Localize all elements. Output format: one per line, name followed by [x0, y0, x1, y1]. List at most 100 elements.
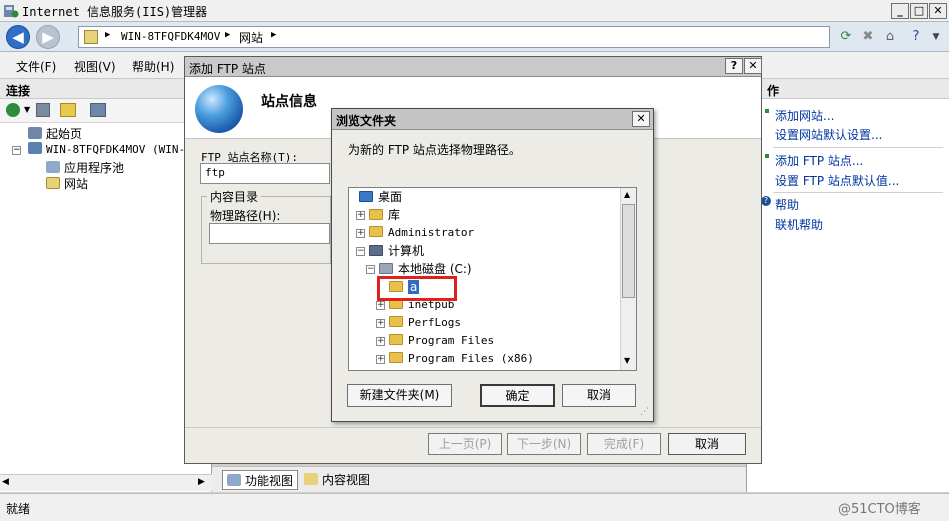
connections-toolbar: ▼: [0, 99, 211, 123]
drive-icon: [379, 263, 393, 274]
content-view-icon: [304, 473, 318, 485]
folder-tree-scrollbar[interactable]: ▲ ▼: [620, 188, 636, 370]
iis-app-icon: [4, 5, 19, 18]
expand-program-files-icon[interactable]: +: [376, 337, 385, 346]
save-icon[interactable]: [36, 103, 50, 117]
collapse-server-icon[interactable]: −: [12, 146, 21, 155]
tree-item-start-page[interactable]: 起始页: [28, 125, 82, 142]
resize-grip-icon[interactable]: ⋰: [640, 407, 649, 417]
actions-panel: 作 添加网站... 设置网站默认设置... 添加 FTP 站点... 设置 FT…: [746, 79, 949, 492]
actions-divider: [773, 147, 943, 148]
minimize-button[interactable]: _: [891, 3, 909, 19]
status-bar: 就绪 @51CTO博客: [0, 493, 949, 521]
navigation-bar: ◀ ▶ ▶ WIN-8TFQFDK4MOV ▶ 网站 ▶ ⟳ ✖ ⌂ ? ▼: [0, 22, 949, 52]
folder-item-program-files-x86[interactable]: Program Files (x86): [389, 350, 534, 368]
back-arrow-icon: ◀: [12, 28, 24, 46]
expand-libraries-icon[interactable]: +: [356, 211, 365, 220]
wizard-footer-divider: [185, 427, 761, 428]
browse-cancel-button[interactable]: 取消: [562, 384, 636, 407]
menu-help[interactable]: 帮助(H): [132, 58, 174, 75]
user-folder-icon: [369, 226, 383, 237]
physical-path-input[interactable]: [209, 223, 330, 244]
online-help-link[interactable]: 联机帮助: [775, 216, 823, 233]
expand-inetpub-icon[interactable]: +: [376, 301, 385, 310]
menu-view[interactable]: 视图(V): [74, 58, 116, 75]
sites-icon: [46, 177, 60, 189]
scroll-down-icon[interactable]: ▼: [624, 356, 630, 365]
expand-perflogs-icon[interactable]: +: [376, 319, 385, 328]
folder-item-program-files[interactable]: Program Files: [389, 332, 494, 350]
set-ftp-defaults-link[interactable]: 设置 FTP 站点默认值...: [775, 172, 899, 189]
collapse-local-disk-icon[interactable]: −: [366, 265, 375, 274]
scroll-right-icon[interactable]: ▶: [198, 477, 205, 487]
wizard-close-button[interactable]: ✕: [744, 58, 762, 74]
ok-button[interactable]: 确定: [480, 384, 555, 407]
previous-button[interactable]: 上一页(P): [428, 433, 502, 455]
new-folder-button[interactable]: 新建文件夹(M): [347, 384, 452, 407]
scroll-left-icon[interactable]: ◀: [2, 477, 9, 487]
scroll-up-icon[interactable]: ▲: [624, 190, 630, 199]
physical-path-label: 物理路径(H):: [210, 209, 281, 223]
start-page-icon: [28, 127, 42, 139]
scroll-thumb[interactable]: [622, 204, 635, 298]
menu-file[interactable]: 文件(F): [16, 58, 56, 75]
wizard-help-button[interactable]: ?: [725, 58, 743, 74]
disconnect-icon[interactable]: [90, 103, 106, 117]
set-website-defaults-link[interactable]: 设置网站默认设置...: [775, 126, 882, 143]
help-icon[interactable]: ?: [906, 27, 926, 47]
bullet-icon: [765, 109, 769, 113]
window-title: Internet 信息服务(IIS)管理器: [22, 5, 208, 19]
tab-features-view[interactable]: 功能视图: [222, 470, 299, 490]
expand-administrator-icon[interactable]: +: [356, 229, 365, 238]
content-directory-group-label: 内容目录: [207, 188, 262, 205]
connect-icon[interactable]: [6, 103, 20, 117]
tree-item-sites[interactable]: 网站: [46, 175, 88, 192]
help-dropdown-icon[interactable]: ▼: [926, 27, 946, 47]
browse-close-button[interactable]: ✕: [632, 111, 650, 127]
folder-item-administrator[interactable]: Administrator: [369, 224, 474, 242]
folder-item-desktop[interactable]: 桌面: [359, 188, 402, 206]
connect-dropdown-icon[interactable]: ▼: [24, 105, 30, 114]
folder-icon: [389, 334, 403, 345]
folder-item-perflogs[interactable]: PerfLogs: [389, 314, 461, 332]
tab-content-view[interactable]: 内容视图: [300, 470, 374, 490]
maximize-button[interactable]: □: [910, 3, 928, 19]
server-icon: [28, 142, 42, 154]
wizard-title-bar: 添加 FTP 站点 ? ✕: [185, 57, 762, 77]
watermark: @51CTO博客: [838, 502, 921, 517]
close-button[interactable]: ✕: [929, 3, 947, 19]
stop-icon[interactable]: ✖: [858, 27, 878, 47]
forward-button[interactable]: ▶: [36, 25, 60, 49]
site-name-input[interactable]: ftp: [200, 163, 330, 184]
breadcrumb-sites[interactable]: 网站: [239, 29, 263, 46]
folder-icon: [389, 316, 403, 327]
selection-highlight-box: [377, 276, 457, 301]
folder-item-libraries[interactable]: 库: [369, 206, 400, 224]
status-text: 就绪: [6, 502, 31, 516]
tree-item-server[interactable]: WIN-8TFQFDK4MOV (WIN-8T: [28, 142, 198, 156]
back-button[interactable]: ◀: [6, 25, 30, 49]
add-ftp-site-link[interactable]: 添加 FTP 站点...: [775, 152, 863, 169]
wizard-title: 添加 FTP 站点: [189, 62, 266, 76]
refresh-icon[interactable]: ⟳: [836, 27, 856, 47]
wizard-cancel-button[interactable]: 取消: [668, 433, 746, 455]
next-button[interactable]: 下一步(N): [507, 433, 581, 455]
connections-hscrollbar[interactable]: ◀ ▶: [0, 474, 212, 491]
browse-title: 浏览文件夹: [336, 114, 397, 128]
view-tabs: 功能视图 内容视图: [212, 466, 746, 492]
tree-item-app-pools[interactable]: 应用程序池: [46, 159, 124, 176]
add-website-link[interactable]: 添加网站...: [775, 107, 834, 124]
home-icon[interactable]: ⌂: [880, 27, 900, 47]
actions-header: 作: [747, 79, 949, 99]
up-folder-icon[interactable]: [60, 103, 76, 117]
address-bar[interactable]: ▶ WIN-8TFQFDK4MOV ▶ 网站 ▶: [78, 26, 830, 48]
app-pool-icon: [46, 161, 60, 173]
expand-program-files-x86-icon[interactable]: +: [376, 355, 385, 364]
finish-button[interactable]: 完成(F): [587, 433, 661, 455]
help-link[interactable]: 帮助: [775, 196, 799, 213]
collapse-computer-icon[interactable]: −: [356, 247, 365, 256]
computer-icon: [369, 245, 383, 256]
breadcrumb-server[interactable]: WIN-8TFQFDK4MOV: [121, 30, 220, 43]
folder-item-computer[interactable]: 计算机: [369, 242, 424, 260]
title-bar: Internet 信息服务(IIS)管理器 _ □ ✕: [0, 0, 949, 22]
